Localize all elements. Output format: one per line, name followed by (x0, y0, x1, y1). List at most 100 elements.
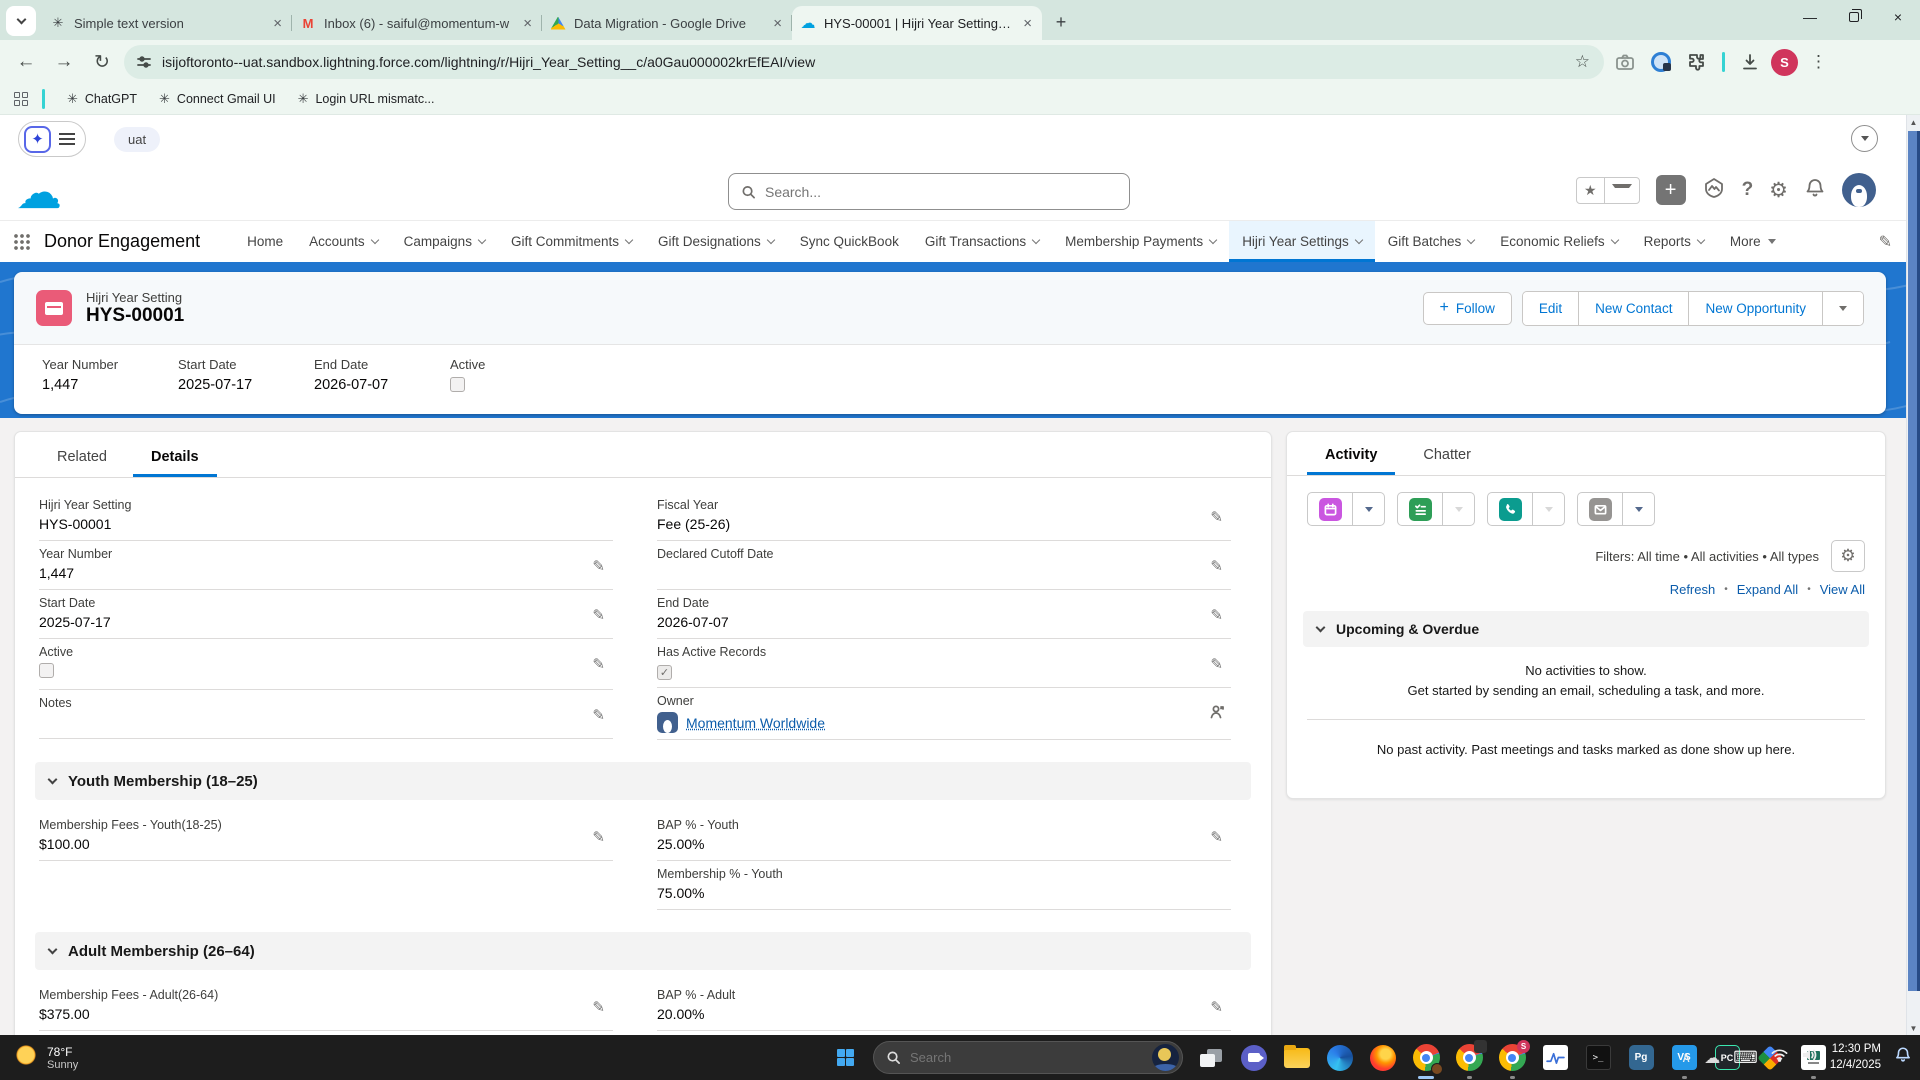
tab-close-icon[interactable]: × (271, 15, 284, 32)
onedrive-icon[interactable]: ☁ (1704, 1048, 1720, 1068)
screenshot-extension-icon[interactable] (1610, 47, 1640, 77)
nav-tab[interactable]: Gift Transactions (912, 221, 1052, 262)
scroll-down-arrow[interactable]: ▼ (1907, 1021, 1920, 1035)
reload-button[interactable]: ↻ (86, 46, 118, 78)
tab-close-icon[interactable]: × (771, 15, 784, 32)
edit-icon[interactable]: ✎ (592, 557, 605, 575)
tab-related[interactable]: Related (39, 437, 125, 477)
tab-chatter[interactable]: Chatter (1405, 435, 1489, 475)
minimize-button[interactable]: — (1788, 0, 1832, 34)
chevron-down-icon[interactable] (370, 236, 378, 244)
touch-keyboard-icon[interactable]: ⌨ (1733, 1048, 1758, 1068)
filters-gear-button[interactable]: ⚙ (1831, 540, 1865, 572)
favorite-star-icon[interactable]: ★ (1577, 178, 1604, 203)
global-search-input[interactable] (765, 184, 1117, 200)
edit-icon[interactable]: ✎ (1210, 655, 1223, 673)
follow-button[interactable]: +Follow (1423, 292, 1512, 325)
new-opportunity-button[interactable]: New Opportunity (1688, 292, 1822, 325)
address-bar[interactable]: isijoftoronto--uat.sandbox.lightning.for… (124, 45, 1604, 79)
chat-app-icon[interactable] (1239, 1043, 1269, 1073)
sandbox-dropdown-button[interactable] (1851, 125, 1878, 152)
edit-icon[interactable]: ✎ (592, 606, 605, 624)
chrome-active-icon[interactable] (1411, 1043, 1441, 1073)
edit-icon[interactable]: ✎ (1210, 557, 1223, 575)
setup-gear-icon[interactable]: ⚙ (1769, 178, 1788, 203)
page-scrollbar[interactable]: ▲ ▼ (1906, 115, 1920, 1035)
terminal-icon[interactable]: >_ (1583, 1043, 1613, 1073)
refresh-link[interactable]: Refresh (1670, 582, 1716, 597)
edge-icon[interactable] (1325, 1043, 1355, 1073)
edit-icon[interactable]: ✎ (592, 655, 605, 673)
help-icon[interactable]: ? (1742, 179, 1754, 201)
close-window-button[interactable]: × (1876, 0, 1920, 34)
favorites-dropdown[interactable] (1604, 178, 1639, 203)
back-button[interactable]: ← (10, 46, 42, 78)
edit-icon[interactable]: ✎ (592, 828, 605, 846)
guidance-center-icon[interactable] (1702, 176, 1726, 205)
wifi-icon[interactable] (1771, 1048, 1788, 1067)
new-event-button[interactable] (1307, 492, 1353, 526)
restore-button[interactable] (1832, 0, 1876, 34)
upcoming-overdue-header[interactable]: Upcoming & Overdue (1303, 611, 1869, 647)
bookmark-item[interactable]: ✳ ChatGPT (59, 89, 145, 109)
scroll-up-arrow[interactable]: ▲ (1907, 115, 1920, 129)
task-view-icon[interactable] (1196, 1043, 1226, 1073)
caret-down-icon[interactable] (1768, 239, 1776, 244)
nav-tab[interactable]: Gift Batches (1375, 221, 1488, 262)
browser-tab-2[interactable]: M Inbox (6) - saiful@momentum-w × (292, 6, 542, 40)
forward-button[interactable]: → (48, 46, 80, 78)
nav-tab[interactable]: Campaigns (391, 221, 498, 262)
email-dropdown[interactable] (1623, 492, 1655, 526)
einstein-menu-pill[interactable]: ✦ (18, 121, 86, 157)
edit-icon[interactable]: ✎ (592, 998, 605, 1016)
chevron-down-icon[interactable] (625, 236, 633, 244)
tray-expand-icon[interactable]: ∧ (1681, 1049, 1691, 1066)
edit-icon[interactable]: ✎ (1210, 508, 1223, 526)
extensions-icon[interactable] (1682, 47, 1712, 77)
apps-grid-icon[interactable] (14, 92, 28, 106)
tab-close-icon[interactable]: × (1021, 15, 1034, 32)
edit-navigation-icon[interactable]: ✎ (1879, 232, 1892, 252)
chevron-down-icon[interactable] (1610, 236, 1618, 244)
edit-icon[interactable]: ✎ (592, 706, 605, 724)
chrome-profile2-icon[interactable] (1454, 1043, 1484, 1073)
chevron-down-icon[interactable] (1032, 236, 1040, 244)
edit-icon[interactable]: ✎ (1210, 998, 1223, 1016)
tab-search-button[interactable] (6, 6, 36, 36)
chrome-profile3-icon[interactable]: S (1497, 1043, 1527, 1073)
owner-link[interactable]: Momentum Worldwide (686, 715, 825, 731)
file-explorer-icon[interactable] (1282, 1043, 1312, 1073)
postgresql-icon[interactable]: Pg (1626, 1043, 1656, 1073)
profile-avatar[interactable]: S (1771, 49, 1798, 76)
nav-tab[interactable]: Sync QuickBook (787, 221, 912, 262)
clock-widget[interactable]: 12:30 PM 12/4/2025 (1830, 1042, 1881, 1073)
email-button[interactable] (1577, 492, 1623, 526)
site-info-icon[interactable] (136, 54, 152, 70)
filters-summary[interactable]: Filters: All time • All activities • All… (1595, 549, 1819, 564)
bookmark-star-icon[interactable]: ☆ (1567, 52, 1598, 72)
nav-tab[interactable]: Reports (1631, 221, 1717, 262)
taskbar-search[interactable] (873, 1041, 1183, 1074)
volume-icon[interactable] (1801, 1048, 1817, 1067)
nav-tab[interactable]: Hijri Year Settings (1229, 221, 1375, 262)
change-owner-icon[interactable] (1209, 704, 1225, 725)
new-task-button[interactable] (1397, 492, 1443, 526)
section-header[interactable]: Adult Membership (26–64) (35, 932, 1251, 970)
tab-close-icon[interactable]: × (521, 15, 534, 32)
notifications-bell-icon[interactable] (1804, 177, 1826, 204)
edit-icon[interactable]: ✎ (1210, 828, 1223, 846)
app-launcher-icon[interactable] (14, 234, 30, 250)
system-monitor-icon[interactable] (1540, 1043, 1570, 1073)
nav-tab[interactable]: Economic Reliefs (1487, 221, 1630, 262)
notification-bell-icon[interactable] (1894, 1046, 1912, 1069)
log-call-button[interactable] (1487, 492, 1533, 526)
browser-tab-3[interactable]: Data Migration - Google Drive × (542, 6, 792, 40)
scrollbar-thumb[interactable] (1908, 131, 1920, 991)
new-tab-button[interactable]: + (1048, 9, 1074, 35)
more-actions-dropdown[interactable] (1822, 292, 1863, 325)
expand-all-link[interactable]: Expand All (1737, 582, 1798, 597)
browser-tab-active[interactable]: ☁ HYS-00001 | Hijri Year Setting | S × (792, 6, 1042, 40)
chevron-down-icon[interactable] (1467, 236, 1475, 244)
nav-tab[interactable]: Gift Designations (645, 221, 787, 262)
nav-tab[interactable]: Accounts (296, 221, 391, 262)
